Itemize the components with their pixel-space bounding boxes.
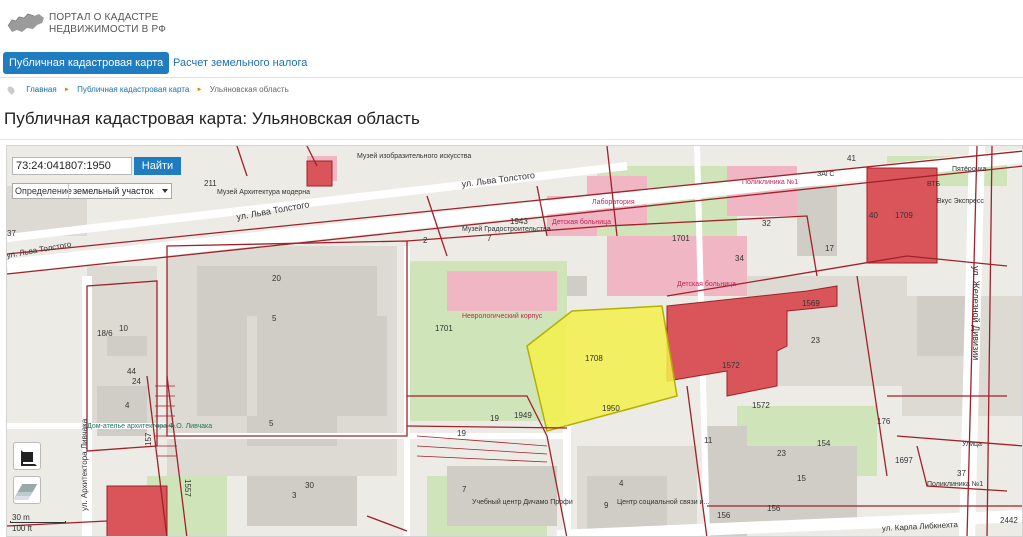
- layers-button[interactable]: [13, 476, 41, 504]
- number-label: 10: [119, 324, 128, 333]
- number-label: 30: [305, 481, 314, 490]
- breadcrumb: Главная ► Публичная кадастровая карта ► …: [6, 83, 289, 97]
- number-label: 9: [604, 501, 609, 510]
- number-label: 1708: [585, 354, 603, 363]
- label-vtb: ВТБ: [927, 181, 940, 188]
- scale-imperial: 100 ft: [12, 524, 33, 533]
- label-museum-art: Музей изобразительного искусства: [357, 152, 471, 160]
- number-label: 154: [817, 439, 831, 448]
- number-label: 1697: [895, 456, 913, 465]
- number-label: 15: [797, 474, 806, 483]
- label-livchak-house: Дом-ателье архитектора Ф.О. Ливчака: [87, 423, 212, 430]
- cadastral-map[interactable]: ул. Льва Толстого ул. Льва Толстого ул. …: [6, 145, 1023, 537]
- breadcrumb-home[interactable]: Главная: [26, 83, 56, 97]
- number-label: 156: [717, 511, 731, 520]
- label-museum-urban: Музей Градостроительства: [462, 225, 551, 233]
- definition-label: Определение: [15, 186, 72, 196]
- breadcrumb-arrow-icon: ►: [63, 87, 70, 93]
- number-label: 34: [735, 254, 744, 263]
- number-label: 211: [204, 179, 217, 188]
- location-pin-icon: [6, 85, 16, 95]
- label-neuro-building: Неврологический корпус: [462, 312, 543, 320]
- number-label: 44: [127, 367, 136, 376]
- number-label: 1569: [802, 299, 820, 308]
- number-label: 23: [811, 336, 820, 345]
- main-tabs: Публичная кадастровая карта Расчет земел…: [0, 50, 1023, 78]
- cadastral-number-search-input[interactable]: [12, 157, 132, 175]
- number-label: 4: [125, 401, 130, 410]
- number-label: 19: [457, 429, 466, 438]
- number-label: 1701: [672, 234, 690, 243]
- number-label: 5: [269, 419, 274, 428]
- scale-line: [10, 522, 66, 523]
- number-label: 23: [777, 449, 786, 458]
- number-label: 4: [619, 479, 624, 488]
- label-laboratory: Лаборатория: [592, 198, 635, 206]
- number-label: 20: [272, 274, 281, 283]
- number-label: 176: [877, 417, 891, 426]
- page-title: Публичная кадастровая карта: Ульяновская…: [4, 109, 420, 128]
- number-label: 37: [957, 469, 966, 478]
- area-select-tool-button[interactable]: [13, 442, 41, 470]
- definition-row: Определение земельный участок: [12, 183, 172, 199]
- number-label: 2: [423, 236, 428, 245]
- street-label-livchak: ул. Архитектора Ливчака: [80, 418, 89, 511]
- number-label: 3: [292, 491, 297, 500]
- label-vkus-express: Вкус Экспресс: [937, 198, 984, 205]
- definition-select[interactable]: земельный участок: [68, 184, 171, 198]
- street-label-zheleznoy: ул. Железной Дивизии: [971, 266, 981, 360]
- russia-map-logo-icon[interactable]: [6, 10, 46, 36]
- number-label: 1572: [722, 361, 740, 370]
- number-label: 1950: [602, 404, 620, 413]
- breadcrumb-cadastral-map[interactable]: Публичная кадастровая карта: [77, 83, 189, 97]
- number-label: 32: [762, 219, 771, 228]
- label-pyaterochka: Пятёрочка: [952, 166, 986, 173]
- label-children-hospital-2: Детская больница: [677, 280, 736, 288]
- map-scale: 30 m 100 ft: [10, 513, 68, 533]
- label-polyclinic-1: Поликлиника №1: [742, 179, 798, 186]
- site-header: ПОРТАЛ О КАДАСТРЕ НЕДВИЖИМОСТИ В РФ: [0, 0, 1023, 48]
- divider: [0, 139, 1023, 140]
- number-label: 37: [7, 229, 16, 238]
- number-label: 1701: [435, 324, 453, 333]
- number-label: 2442: [1000, 516, 1018, 525]
- number-label: 1572: [752, 401, 770, 410]
- number-label: 1943: [510, 217, 528, 226]
- number-label: 17: [825, 244, 834, 253]
- layers-icon: [17, 484, 38, 492]
- breadcrumb-region: Ульяновская область: [209, 85, 289, 94]
- number-label: 156: [767, 504, 781, 513]
- label-children-hospital-1: Детская больница: [552, 218, 611, 226]
- number-label: 18/6: [97, 329, 113, 338]
- number-label: 19: [490, 414, 499, 423]
- number-label: 5: [272, 314, 277, 323]
- number-label: 24: [132, 377, 141, 386]
- map-canvas[interactable]: ул. Льва Толстого ул. Льва Толстого ул. …: [7, 146, 1023, 537]
- label-training-center: Учебный центр Дичамо Профи: [472, 498, 573, 506]
- number-label: 157: [144, 432, 153, 446]
- breadcrumb-arrow-icon: ►: [196, 87, 203, 93]
- number-label: 7: [462, 485, 467, 494]
- number-label: 1709: [895, 211, 913, 220]
- chevron-down-icon: [162, 189, 168, 193]
- number-label: 1557: [183, 479, 192, 497]
- number-label: 41: [847, 154, 856, 163]
- label-ulitsa: Улица: [962, 441, 982, 448]
- number-label: 11: [704, 436, 713, 445]
- number-label: 40: [869, 211, 878, 220]
- tab-land-tax-calculation[interactable]: Расчет земельного налога: [167, 52, 313, 74]
- portal-title[interactable]: ПОРТАЛ О КАДАСТРЕ НЕДВИЖИМОСТИ В РФ: [49, 12, 189, 36]
- label-museum-modern: Музей Архитектура модерна: [217, 188, 310, 196]
- tab-public-cadastral-map[interactable]: Публичная кадастровая карта: [3, 52, 170, 74]
- number-label: 1949: [514, 411, 532, 420]
- label-polyclinic-2: Поликлиника №1: [927, 481, 983, 488]
- label-social-center: Центр социальной связи и...: [617, 498, 709, 506]
- number-label: 7: [487, 234, 492, 243]
- label-zags: ЗАГС: [817, 171, 834, 178]
- find-button[interactable]: Найти: [134, 157, 181, 175]
- definition-selected-value: земельный участок: [73, 186, 154, 196]
